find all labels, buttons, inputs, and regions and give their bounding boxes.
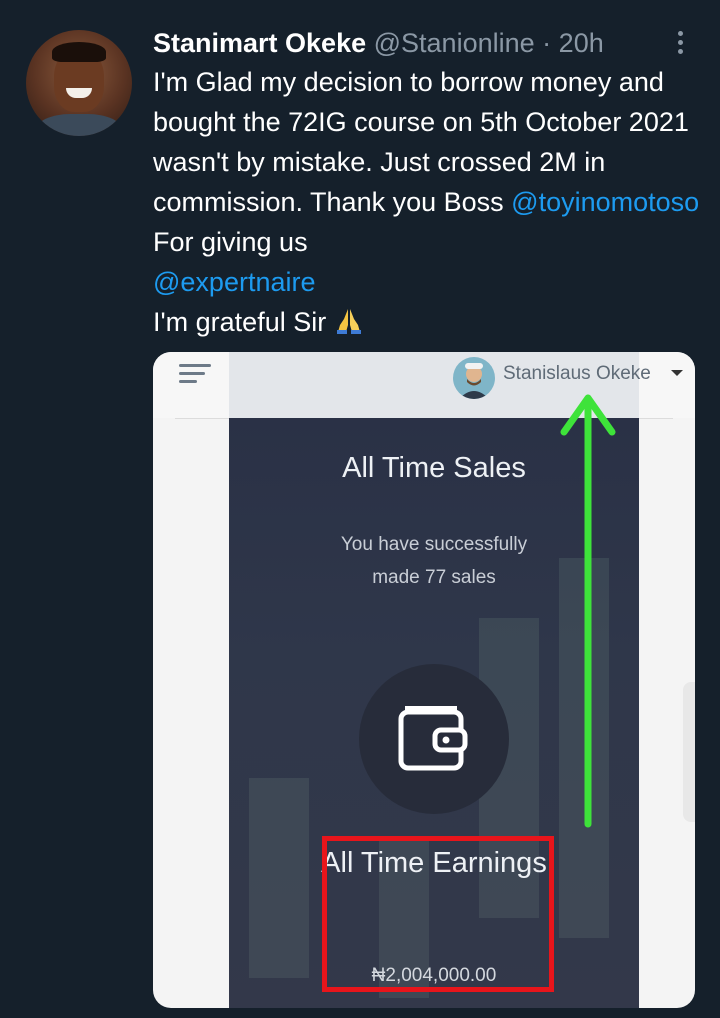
side-tab [683,682,695,822]
sales-text: You have successfully made 77 sales [340,534,528,588]
mention-toyinomotoso[interactable]: @toyinomotoso [511,187,699,217]
avatar-hair [52,42,106,62]
author-avatar[interactable] [26,30,132,136]
green-arrow-annotation [560,394,616,828]
more-options-icon[interactable] [670,28,690,58]
author-handle[interactable]: @Stanionline [374,28,535,58]
user-name[interactable]: Stanislaus Okeke [503,362,651,386]
earnings-highlight-box [322,836,554,992]
mention-expertnaire[interactable]: @expertnaire [153,267,316,297]
tweet-text-part-2: For giving us [153,227,308,257]
author-name[interactable]: Stanimart Okeke [153,28,366,58]
dropdown-caret-icon[interactable] [671,370,683,376]
user-avatar-illustration [459,363,489,399]
wallet-icon [398,706,468,771]
menu-icon[interactable] [179,364,211,386]
user-avatar[interactable] [453,357,495,399]
tweet[interactable]: Stanimart Okeke @Stanionline · 20h I'm G… [0,0,720,1018]
avatar-shirt [36,114,122,136]
wallet-badge [359,664,509,814]
tweet-header: Stanimart Okeke @Stanionline · 20h [153,26,693,60]
tweet-text: I'm Glad my decision to borrow money and… [153,62,703,342]
folded-hands-icon [336,309,361,334]
tweet-text-part-3: I'm grateful Sir [153,307,327,337]
header-separator: · [542,28,552,58]
tweet-time[interactable]: 20h [559,28,604,58]
